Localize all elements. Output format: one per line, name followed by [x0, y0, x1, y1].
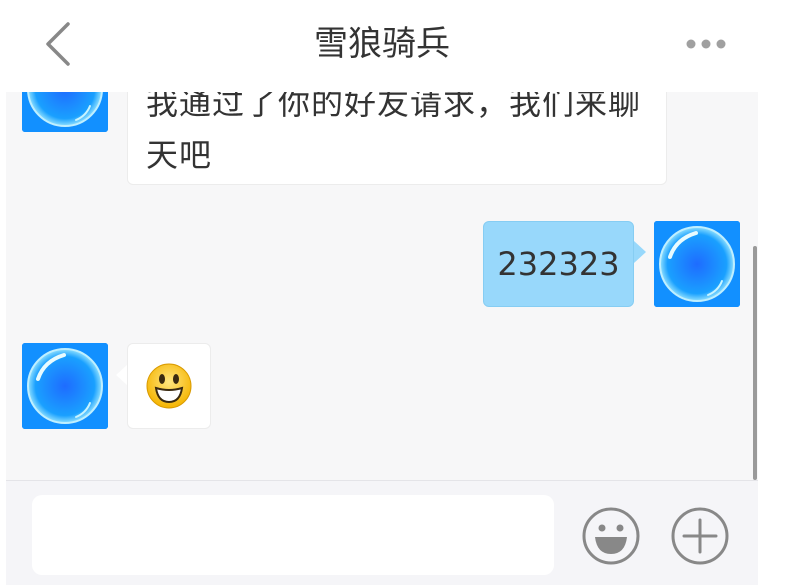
message-text: 我通过了你的好友请求，我们来聊天吧 [146, 84, 642, 174]
emoji-face-icon [582, 507, 640, 565]
contact-avatar[interactable] [22, 343, 108, 429]
more-horizontal-icon [686, 39, 726, 49]
message-bubble-outgoing[interactable]: 232323 [483, 221, 634, 307]
bubble-avatar-icon [654, 221, 740, 307]
page-title: 雪狼骑兵 [314, 24, 450, 64]
chat-header: 雪狼骑兵 [6, 0, 758, 92]
scrollbar[interactable] [753, 246, 757, 480]
more-button[interactable] [682, 26, 730, 62]
smiley-emoji-icon [146, 363, 192, 409]
emoji-button[interactable] [581, 506, 641, 566]
bubble-avatar-icon [22, 343, 108, 429]
plus-circle-icon [671, 507, 729, 565]
input-bar [6, 480, 758, 585]
chat-screen: 我通过了你的好友请求，我们来聊天吧 232323 雪狼骑兵 [6, 0, 758, 585]
message-bubble-incoming[interactable] [127, 343, 211, 429]
plus-button[interactable] [670, 506, 730, 566]
message-text: 232323 [497, 245, 620, 283]
message-input[interactable] [32, 495, 554, 575]
bubble-tail [634, 241, 646, 263]
my-avatar[interactable] [654, 221, 740, 307]
